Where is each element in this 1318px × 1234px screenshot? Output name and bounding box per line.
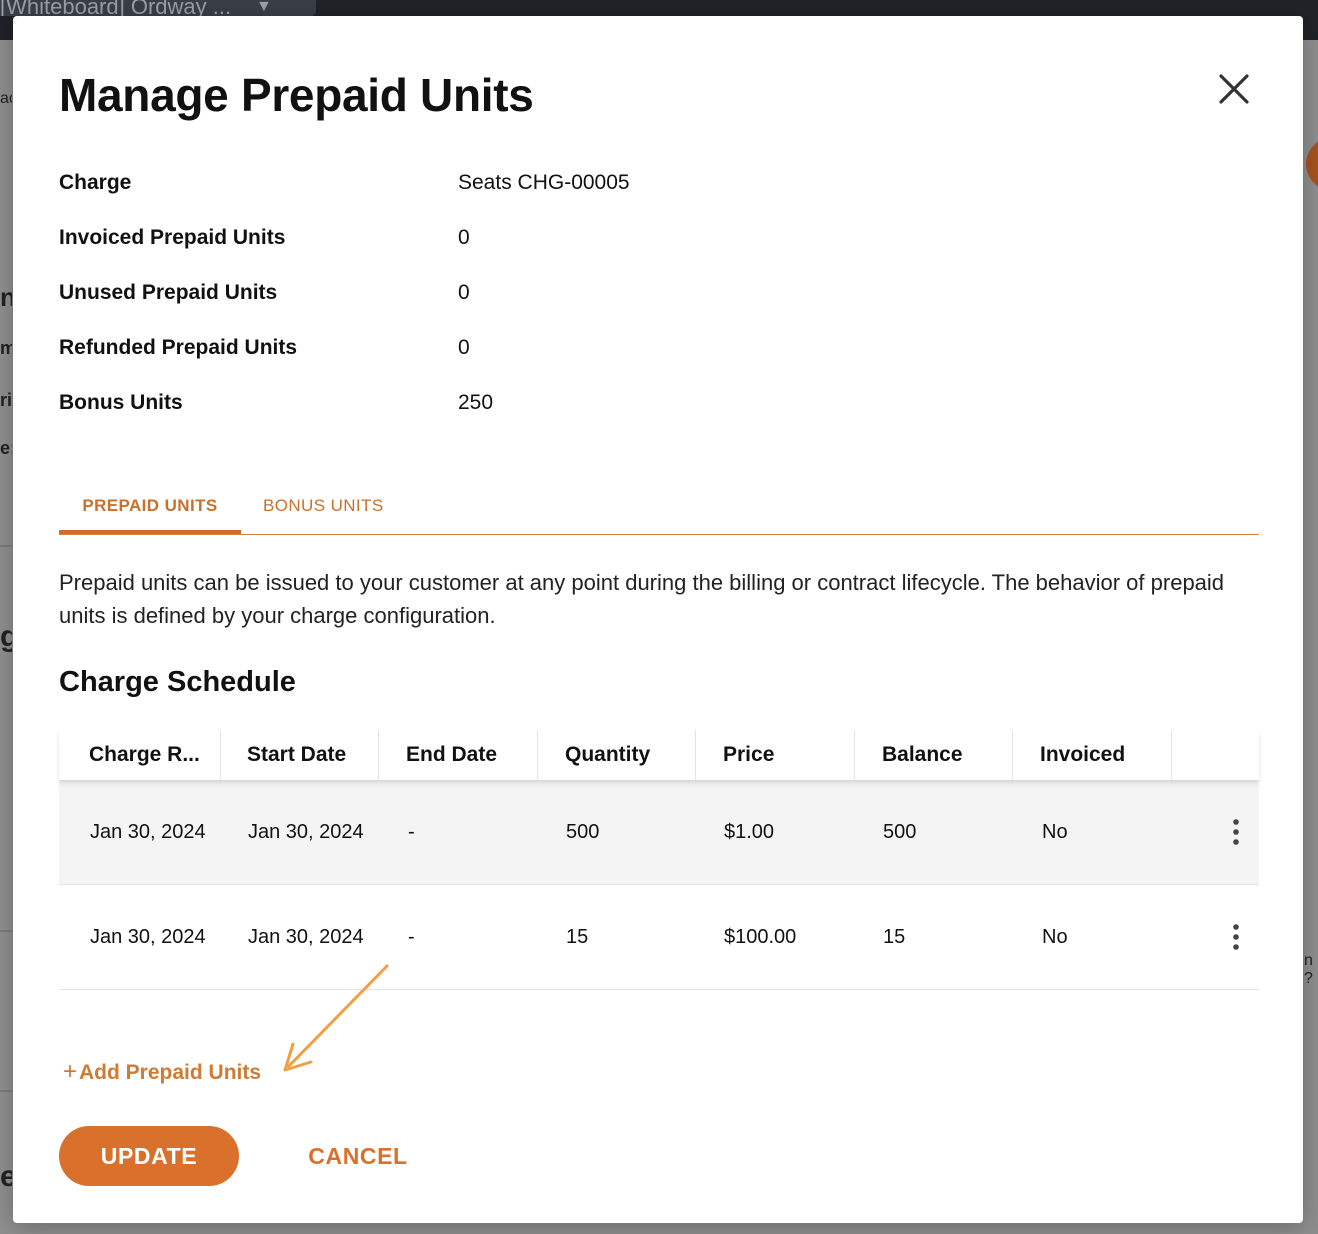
cell-balance: 15 (883, 926, 906, 948)
row-actions-button[interactable] (1221, 816, 1251, 848)
summary-value: 0 (458, 281, 470, 304)
add-prepaid-units-link[interactable]: +Add Prepaid Units (63, 1058, 261, 1086)
background-divider (0, 545, 12, 547)
summary-value: 0 (458, 336, 470, 359)
cell-invoiced: No (1042, 926, 1068, 948)
row-actions-button[interactable] (1221, 921, 1251, 953)
cell-quantity: 500 (566, 821, 600, 843)
close-icon (1219, 74, 1249, 104)
chevron-down-icon: ▼ (256, 0, 272, 15)
modal-title: Manage Prepaid Units (59, 69, 534, 121)
charge-schedule-table: Charge R... Start Date End Date Quantity… (59, 730, 1259, 990)
background-text-fragment: n ? (1304, 952, 1313, 987)
table-header: Charge R... Start Date End Date Quantity… (59, 730, 1259, 780)
summary-row-charge: Charge Seats CHG-00005 (59, 171, 759, 226)
manage-prepaid-units-modal: Manage Prepaid Units Charge Seats CHG-00… (13, 16, 1303, 1223)
column-header-invoiced[interactable]: Invoiced (1013, 730, 1172, 780)
column-header-start-date[interactable]: Start Date (221, 730, 379, 780)
kebab-menu-icon (1233, 819, 1239, 845)
summary-label: Invoiced Prepaid Units (59, 226, 286, 249)
cell-start-date: Jan 30, 2024 (248, 821, 364, 843)
add-prepaid-units-label: Add Prepaid Units (79, 1061, 262, 1084)
column-header-charge-run[interactable]: Charge R... (59, 730, 221, 780)
plus-icon: + (63, 1058, 78, 1085)
column-header-balance[interactable]: Balance (855, 730, 1013, 780)
cell-balance: 500 (883, 821, 917, 843)
cell-charge-run: Jan 30, 2024 (90, 821, 206, 843)
column-header-price[interactable]: Price (696, 730, 855, 780)
update-button[interactable]: UPDATE (59, 1126, 239, 1186)
background-text-fragment: ac (0, 90, 12, 107)
summary-value: 0 (458, 226, 470, 249)
column-header-quantity[interactable]: Quantity (538, 730, 696, 780)
tab-bonus-units[interactable]: BONUS UNITS (263, 491, 384, 535)
background-text-fragment: ri (0, 390, 12, 410)
background-text-fragment: e (0, 1160, 12, 1193)
annotation-arrow-icon (283, 964, 389, 1072)
charge-summary: Charge Seats CHG-00005 Invoiced Prepaid … (59, 171, 759, 446)
column-header-end-date[interactable]: End Date (379, 730, 538, 780)
kebab-menu-icon (1233, 924, 1239, 950)
background-text-fragment: e: (0, 438, 12, 458)
cell-invoiced: No (1042, 821, 1068, 843)
summary-value: Seats CHG-00005 (458, 171, 630, 194)
summary-row-unused-prepaid-units: Unused Prepaid Units 0 (59, 281, 759, 336)
summary-label: Unused Prepaid Units (59, 281, 278, 304)
charge-schedule-title: Charge Schedule (59, 666, 296, 698)
cell-price: $100.00 (724, 926, 797, 948)
background-text-fragment: g (0, 620, 12, 653)
table-row[interactable]: Jan 30, 2024 Jan 30, 2024 - 500 $1.00 50… (59, 780, 1259, 885)
cell-charge-run: Jan 30, 2024 (90, 926, 206, 948)
summary-label: Bonus Units (59, 391, 183, 414)
summary-label: Charge (59, 171, 132, 194)
background-text-fragment: m (0, 338, 12, 358)
tab-prepaid-units[interactable]: PREPAID UNITS (59, 491, 241, 534)
summary-value: 250 (458, 391, 494, 414)
background-divider (0, 930, 12, 932)
close-button[interactable] (1213, 68, 1255, 110)
summary-row-invoiced-prepaid-units: Invoiced Prepaid Units 0 (59, 226, 759, 281)
table-row[interactable]: Jan 30, 2024 Jan 30, 2024 - 15 $100.00 1… (59, 885, 1259, 990)
cell-quantity: 15 (566, 926, 589, 948)
summary-row-refunded-prepaid-units: Refunded Prepaid Units 0 (59, 336, 759, 391)
units-tabs: PREPAID UNITS BONUS UNITS (59, 491, 1259, 535)
background-text-fragment: nl (0, 282, 12, 312)
background-divider (0, 1090, 12, 1092)
summary-row-bonus-units: Bonus Units 250 (59, 391, 759, 446)
cell-price: $1.00 (724, 821, 775, 843)
prepaid-units-description: Prepaid units can be issued to your cust… (59, 570, 1225, 628)
summary-label: Refunded Prepaid Units (59, 336, 298, 359)
cell-end-date: - (408, 821, 415, 843)
cancel-button[interactable]: CANCEL (281, 1126, 435, 1186)
background-tab-title: [Whiteboard] Ordway ... (0, 0, 232, 16)
